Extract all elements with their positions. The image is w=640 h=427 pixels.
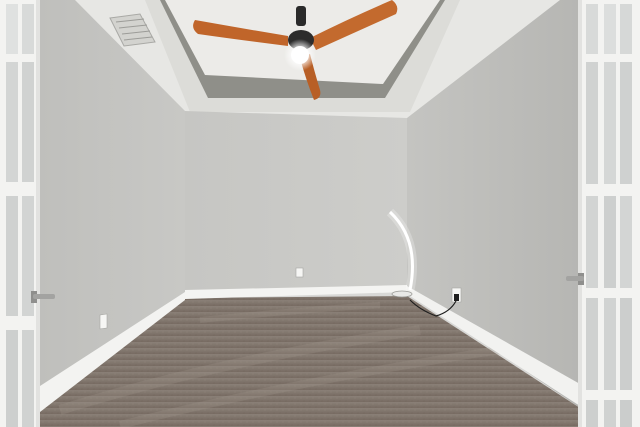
fan-light-bulb — [291, 46, 309, 64]
room-scene — [0, 0, 640, 427]
fan-downrod — [296, 6, 306, 26]
back-wall — [185, 111, 407, 292]
french-door-left — [0, 0, 40, 427]
wall-outlet — [99, 313, 108, 330]
french-door-right — [578, 0, 640, 427]
wall-outlet — [295, 267, 304, 278]
